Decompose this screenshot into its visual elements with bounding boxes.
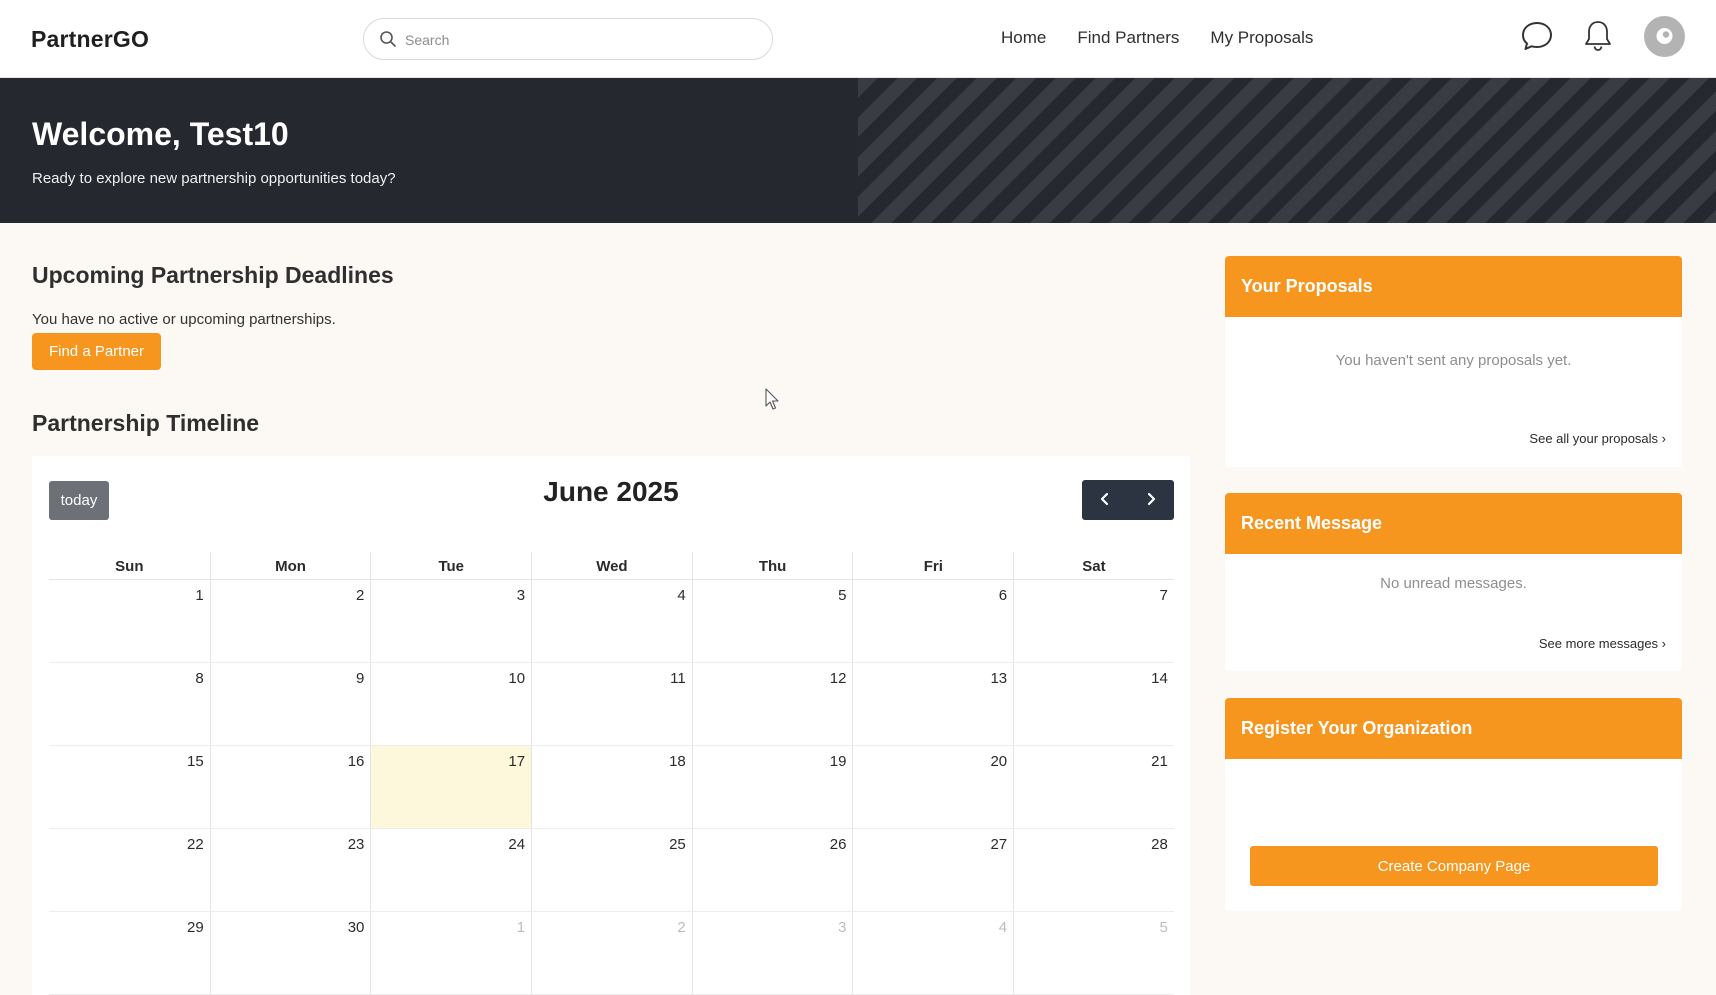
messages-empty-text: No unread messages. — [1380, 575, 1527, 592]
proposals-card: Your Proposals You haven't sent any prop… — [1225, 256, 1682, 467]
nav-link-home[interactable]: Home — [1001, 28, 1046, 48]
calendar-day[interactable]: 23 — [209, 829, 371, 911]
nav-links: Home Find Partners My Proposals — [1001, 28, 1313, 48]
calendar-day-today[interactable]: 17 — [370, 746, 532, 828]
proposals-empty-text: You haven't sent any proposals yet. — [1335, 352, 1572, 369]
nav-link-my-proposals[interactable]: My Proposals — [1210, 28, 1313, 48]
welcome-title: Welcome, Test10 — [32, 116, 289, 152]
recent-message-card: Recent Message No unread messages. See m… — [1225, 493, 1682, 671]
search-box[interactable] — [363, 18, 773, 60]
welcome-subtitle: Ready to explore new partnership opportu… — [32, 170, 396, 187]
top-navbar: PartnerGO Home Find Partners My Proposal… — [0, 0, 1716, 78]
bell-icon[interactable] — [1580, 18, 1616, 54]
find-partner-button[interactable]: Find a Partner — [32, 333, 161, 370]
calendar-day[interactable]: 18 — [531, 746, 692, 828]
calendar-day-next-month[interactable]: 2 — [531, 912, 692, 994]
recent-message-card-title: Recent Message — [1225, 493, 1682, 554]
mouse-cursor-icon — [765, 388, 781, 417]
brand-logo[interactable]: PartnerGO — [31, 26, 149, 53]
calendar-day-next-month[interactable]: 1 — [370, 912, 531, 994]
calendar-day[interactable]: 8 — [49, 663, 210, 745]
calendar-week: 15 16 17 18 19 20 21 — [49, 746, 1174, 829]
calendar-day[interactable]: 20 — [852, 746, 1013, 828]
calendar-day[interactable]: 12 — [691, 663, 853, 745]
calendar-nav-group — [1082, 480, 1174, 520]
calendar-day[interactable]: 19 — [691, 746, 853, 828]
calendar-week: 1 2 3 4 5 6 7 — [49, 580, 1174, 663]
chat-bubble-icon[interactable] — [1519, 18, 1555, 54]
calendar: today June 2025 Sun Mon Tue Wed Thu Fri … — [32, 456, 1190, 995]
calendar-week: 29 30 1 2 3 4 5 — [49, 912, 1174, 995]
search-input[interactable] — [405, 29, 755, 51]
deadlines-empty-text: You have no active or upcoming partnersh… — [32, 311, 336, 328]
calendar-day[interactable]: 11 — [531, 663, 692, 745]
calendar-next-button[interactable] — [1128, 480, 1174, 520]
calendar-day[interactable]: 14 — [1013, 663, 1174, 745]
weekday-thu: Thu — [691, 552, 853, 579]
calendar-day-next-month[interactable]: 4 — [852, 912, 1013, 994]
calendar-month-label: June 2025 — [543, 476, 679, 507]
calendar-day[interactable]: 10 — [370, 663, 531, 745]
timeline-title: Partnership Timeline — [32, 410, 260, 436]
banner-stripe-pattern — [858, 78, 1716, 223]
weekday-sun: Sun — [115, 558, 144, 575]
calendar-day[interactable]: 3 — [370, 580, 531, 662]
weekday-mon: Mon — [209, 552, 371, 579]
calendar-weekday-header: Sun Mon Tue Wed Thu Fri Sat — [49, 552, 1174, 580]
calendar-day[interactable]: 24 — [370, 829, 531, 911]
calendar-day[interactable]: 27 — [852, 829, 1013, 911]
calendar-day-next-month[interactable]: 3 — [691, 912, 853, 994]
calendar-day[interactable]: 25 — [531, 829, 692, 911]
nav-link-find-partners[interactable]: Find Partners — [1077, 28, 1179, 48]
welcome-banner: Welcome, Test10 Ready to explore new par… — [0, 78, 1716, 223]
calendar-day[interactable]: 21 — [1013, 746, 1174, 828]
weekday-sat: Sat — [1013, 552, 1174, 579]
calendar-week: 22 23 24 25 26 27 28 — [49, 829, 1174, 912]
calendar-week: 8 9 10 11 12 13 14 — [49, 663, 1174, 746]
calendar-day[interactable]: 22 — [49, 829, 210, 911]
weekday-tue: Tue — [370, 552, 531, 579]
calendar-day[interactable]: 2 — [209, 580, 371, 662]
calendar-day[interactable]: 26 — [691, 829, 853, 911]
calendar-grid: Sun Mon Tue Wed Thu Fri Sat 1 2 3 4 5 6 … — [49, 552, 1174, 995]
calendar-day[interactable]: 4 — [531, 580, 692, 662]
calendar-day-next-month[interactable]: 5 — [1013, 912, 1174, 994]
weekday-fri: Fri — [852, 552, 1013, 579]
calendar-day[interactable]: 7 — [1013, 580, 1174, 662]
calendar-day[interactable]: 28 — [1013, 829, 1174, 911]
calendar-day[interactable]: 15 — [49, 746, 210, 828]
calendar-day[interactable]: 6 — [852, 580, 1013, 662]
calendar-day[interactable]: 30 — [209, 912, 371, 994]
see-all-proposals-link[interactable]: See all your proposals › — [1529, 431, 1666, 446]
create-company-page-button[interactable]: Create Company Page — [1250, 846, 1658, 886]
see-more-messages-link[interactable]: See more messages › — [1539, 636, 1666, 651]
calendar-day[interactable]: 1 — [49, 580, 210, 662]
calendar-prev-button[interactable] — [1082, 480, 1128, 520]
chevron-left-icon — [1099, 491, 1111, 510]
search-icon — [379, 30, 397, 48]
avatar[interactable] — [1644, 16, 1685, 57]
calendar-day[interactable]: 9 — [209, 663, 371, 745]
register-card-title: Register Your Organization — [1225, 698, 1682, 759]
register-organization-card: Register Your Organization Create Compan… — [1225, 698, 1682, 911]
weekday-wed: Wed — [531, 552, 692, 579]
calendar-day[interactable]: 13 — [852, 663, 1013, 745]
proposals-card-title: Your Proposals — [1225, 256, 1682, 317]
calendar-day[interactable]: 5 — [691, 580, 853, 662]
calendar-day[interactable]: 29 — [49, 912, 210, 994]
deadlines-title: Upcoming Partnership Deadlines — [32, 262, 394, 288]
chevron-right-icon — [1145, 491, 1157, 510]
calendar-day[interactable]: 16 — [209, 746, 371, 828]
